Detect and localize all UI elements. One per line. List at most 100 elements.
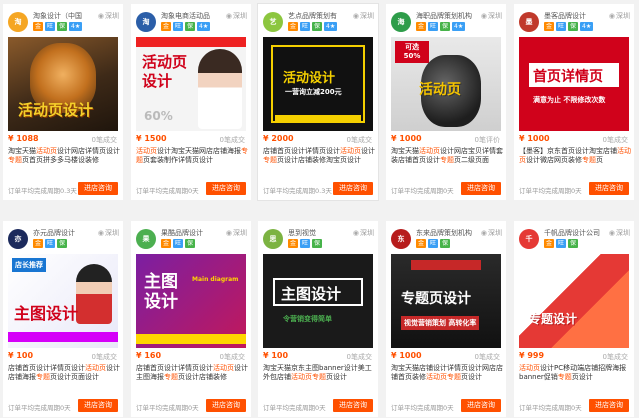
location-pin-icon: ◉ — [97, 12, 104, 20]
location: ◉深圳 — [225, 229, 247, 237]
badge: 金 — [416, 22, 427, 31]
shop-logo[interactable]: 果 — [136, 229, 156, 249]
consult-button[interactable]: 进店咨询 — [333, 399, 373, 412]
price: ¥ 1500 — [136, 134, 167, 143]
badge: 金 — [33, 22, 44, 31]
discount-tag: 可选 50% — [395, 41, 429, 63]
product-thumbnail[interactable]: 专题设计 — [519, 254, 629, 348]
sales-count: 0笔成交 — [346, 353, 372, 361]
shop-header: 果 果酷品牌设计 ◉深圳 金 旺 保 — [136, 226, 247, 254]
product-description[interactable]: 店铺首页设计详情页设计活动页设计专题页设计店铺装修淘宝页设计 — [263, 147, 375, 175]
product-thumbnail[interactable]: 专题页设计 视觉营销策划 高转化率 — [391, 254, 501, 348]
service-card[interactable]: 淘 淘象设计（中国 ◉深圳 金 旺 保 4★ 活动页设计 ¥ 1088 0笔成交… — [3, 4, 123, 200]
product-description[interactable]: 活动页设计淘宝天猫网店店铺海报专题页套装制作详情页设计 — [136, 147, 248, 175]
shop-header: 海 海职品牌策划机构 ◉深圳 金 旺 保 4★ — [391, 9, 502, 37]
shop-name[interactable]: 千帆品牌设计公司 — [544, 228, 604, 238]
location-pin-icon: ◉ — [97, 229, 104, 237]
thumb-top-bar — [411, 260, 481, 270]
badge: 金 — [416, 239, 427, 248]
product-thumbnail[interactable]: 活动页设计 — [8, 37, 118, 131]
product-description[interactable]: 淘宝天猫活动页设计网店宝贝详情套装店铺首页设计专题页二级页面 — [391, 147, 503, 175]
product-description[interactable]: 【墨客】京东首页设计淘宝店铺活动页设计微店网页装修专题页 — [519, 147, 631, 175]
shop-header: 东 东来品牌策划机构 ◉深圳 金 旺 保 — [391, 226, 502, 254]
sales-count: 0笔成交 — [219, 136, 245, 144]
shop-logo[interactable]: 东 — [391, 229, 411, 249]
shop-name[interactable]: 淘象设计（中国 — [33, 11, 93, 21]
service-card[interactable]: 千 千帆品牌设计公司 ◉深圳 金 旺 保 专题设计 ¥ 999 0笔成交 活动页… — [514, 221, 634, 417]
recommend-tag: 店长推荐 — [12, 258, 46, 272]
shop-logo[interactable]: 千 — [519, 229, 539, 249]
location-pin-icon: ◉ — [225, 229, 232, 237]
badge: 保 — [185, 239, 196, 248]
shop-name[interactable]: 墨客品牌设计 — [544, 11, 604, 21]
completion-note: 订单平均完成周期0天 — [519, 404, 582, 412]
product-description[interactable]: 淘宝天猫活动页设计网店详情页设计专题页首页拼多多马楼设装修 — [8, 147, 120, 175]
consult-button[interactable]: 进店咨询 — [206, 399, 246, 412]
product-description[interactable]: 店铺首页设计详情页设计活动页设计主图海报专题页设计店铺装修 — [136, 364, 248, 392]
product-thumbnail[interactable]: 主图设计 令营销变得简单 — [263, 254, 373, 348]
location: ◉深圳 — [97, 229, 119, 237]
price: ¥ 100 — [263, 351, 289, 360]
service-grid: 淘 淘象设计（中国 ◉深圳 金 旺 保 4★ 活动页设计 ¥ 1088 0笔成交… — [0, 0, 639, 418]
consult-button[interactable]: 进店咨询 — [589, 399, 629, 412]
thumb-title: 主图设计 — [14, 304, 79, 323]
product-description[interactable]: 淘宝天猫店铺设计详情页设计网店店铺首页装修活动页专题页设计 — [391, 364, 503, 392]
shop-name[interactable]: 东来品牌策划机构 — [416, 228, 476, 238]
model-photo — [198, 49, 242, 129]
badge: 4★ — [197, 22, 211, 31]
product-thumbnail[interactable]: 活动页 设计 60% — [136, 37, 246, 131]
location-pin-icon: ◉ — [480, 12, 487, 20]
shop-logo[interactable]: 淘 — [8, 12, 28, 32]
shop-name[interactable]: 亦元品牌设计 — [33, 228, 93, 238]
sales-count: 0笔成交 — [602, 353, 628, 361]
shop-name[interactable]: 思到视觉 — [288, 228, 348, 238]
consult-button[interactable]: 进店咨询 — [461, 182, 501, 195]
consult-button[interactable]: 进店咨询 — [78, 399, 118, 412]
service-card[interactable]: 果 果酷品牌设计 ◉深圳 金 旺 保 主图 设计 Main diagram ¥ … — [131, 221, 251, 417]
shop-header: 淘 淘象设计（中国 ◉深圳 金 旺 保 4★ — [8, 9, 119, 37]
shop-name[interactable]: 淘象电商活动品 — [161, 11, 221, 21]
shop-logo[interactable]: 淘 — [136, 12, 156, 32]
price: ¥ 1000 — [519, 134, 550, 143]
service-card[interactable]: 思 思到视觉 ◉深圳 金 旺 保 主图设计 令营销变得简单 ¥ 100 0笔成交… — [258, 221, 378, 417]
consult-button[interactable]: 进店咨询 — [589, 182, 629, 195]
product-description[interactable]: 淘宝天猫京东主图banner设计美工外包店铺活动页专题页设计 — [263, 364, 375, 392]
consult-button[interactable]: 进店咨询 — [78, 182, 118, 195]
service-card[interactable]: 淘 淘象电商活动品 ◉深圳 金 旺 保 4★ 活动页 设计 60% ¥ 1500… — [131, 4, 251, 200]
product-thumbnail[interactable]: 主图 设计 Main diagram — [136, 254, 246, 348]
service-card[interactable]: 东 东来品牌策划机构 ◉深圳 金 旺 保 专题页设计 视觉营销策划 高转化率 ¥… — [386, 221, 506, 417]
consult-button[interactable]: 进店咨询 — [333, 182, 373, 195]
shop-name[interactable]: 艺点品牌策划有 — [288, 11, 348, 21]
shop-logo[interactable]: 亦 — [8, 229, 28, 249]
sales-count: 0笔成交 — [91, 136, 117, 144]
badge: 保 — [312, 22, 323, 31]
service-card[interactable]: 墨 墨客品牌设计 ◉深圳 金 旺 保 4★ 首页详情页 满意为止 不限修改次数 … — [514, 4, 634, 200]
service-card[interactable]: 海 海职品牌策划机构 ◉深圳 金 旺 保 4★ 可选 50% 活动页 ¥ 100… — [386, 4, 506, 200]
shop-logo[interactable]: 海 — [391, 12, 411, 32]
service-card[interactable]: 亦 亦元品牌设计 ◉深圳 金 旺 保 店长推荐 主图设计 ¥ 100 0笔成交 … — [3, 221, 123, 417]
product-thumbnail[interactable]: 首页详情页 满意为止 不限修改次数 — [519, 37, 629, 131]
thumb-percent: 60% — [144, 109, 173, 123]
product-thumbnail[interactable]: 活动设计 一营询立减200元 — [263, 37, 373, 131]
shop-logo[interactable]: 墨 — [519, 12, 539, 32]
shop-name[interactable]: 海职品牌策划机构 — [416, 11, 476, 21]
badge: 金 — [544, 22, 555, 31]
consult-button[interactable]: 进店咨询 — [206, 182, 246, 195]
product-thumbnail[interactable]: 店长推荐 主图设计 — [8, 254, 118, 348]
thumb-title: 专题设计 — [529, 312, 578, 326]
location: ◉深圳 — [352, 229, 374, 237]
shop-name[interactable]: 果酷品牌设计 — [161, 228, 221, 238]
badge: 旺 — [173, 22, 184, 31]
product-description[interactable]: 店铺首页设计详情页设计活动页设计店铺海报专题页设计页面设计 — [8, 364, 120, 392]
product-thumbnail[interactable]: 可选 50% 活动页 — [391, 37, 501, 131]
completion-note: 订单平均完成周期0天 — [8, 404, 71, 412]
shop-logo[interactable]: 艺 — [263, 12, 283, 32]
completion-note: 订单平均完成周期0天 — [136, 404, 199, 412]
thumb-title: 主图 设计 — [144, 272, 178, 312]
service-card[interactable]: 艺 艺点品牌策划有 ◉深圳 金 旺 保 4★ 活动设计 一营询立减200元 ¥ … — [258, 4, 378, 200]
consult-button[interactable]: 进店咨询 — [461, 399, 501, 412]
shop-logo[interactable]: 思 — [263, 229, 283, 249]
thumb-title: 活动页 设计 — [142, 53, 188, 90]
product-description[interactable]: 活动页设计PC移动端店铺招牌海报banner促销专题页设计 — [519, 364, 631, 392]
location: ◉深圳 — [480, 12, 502, 20]
